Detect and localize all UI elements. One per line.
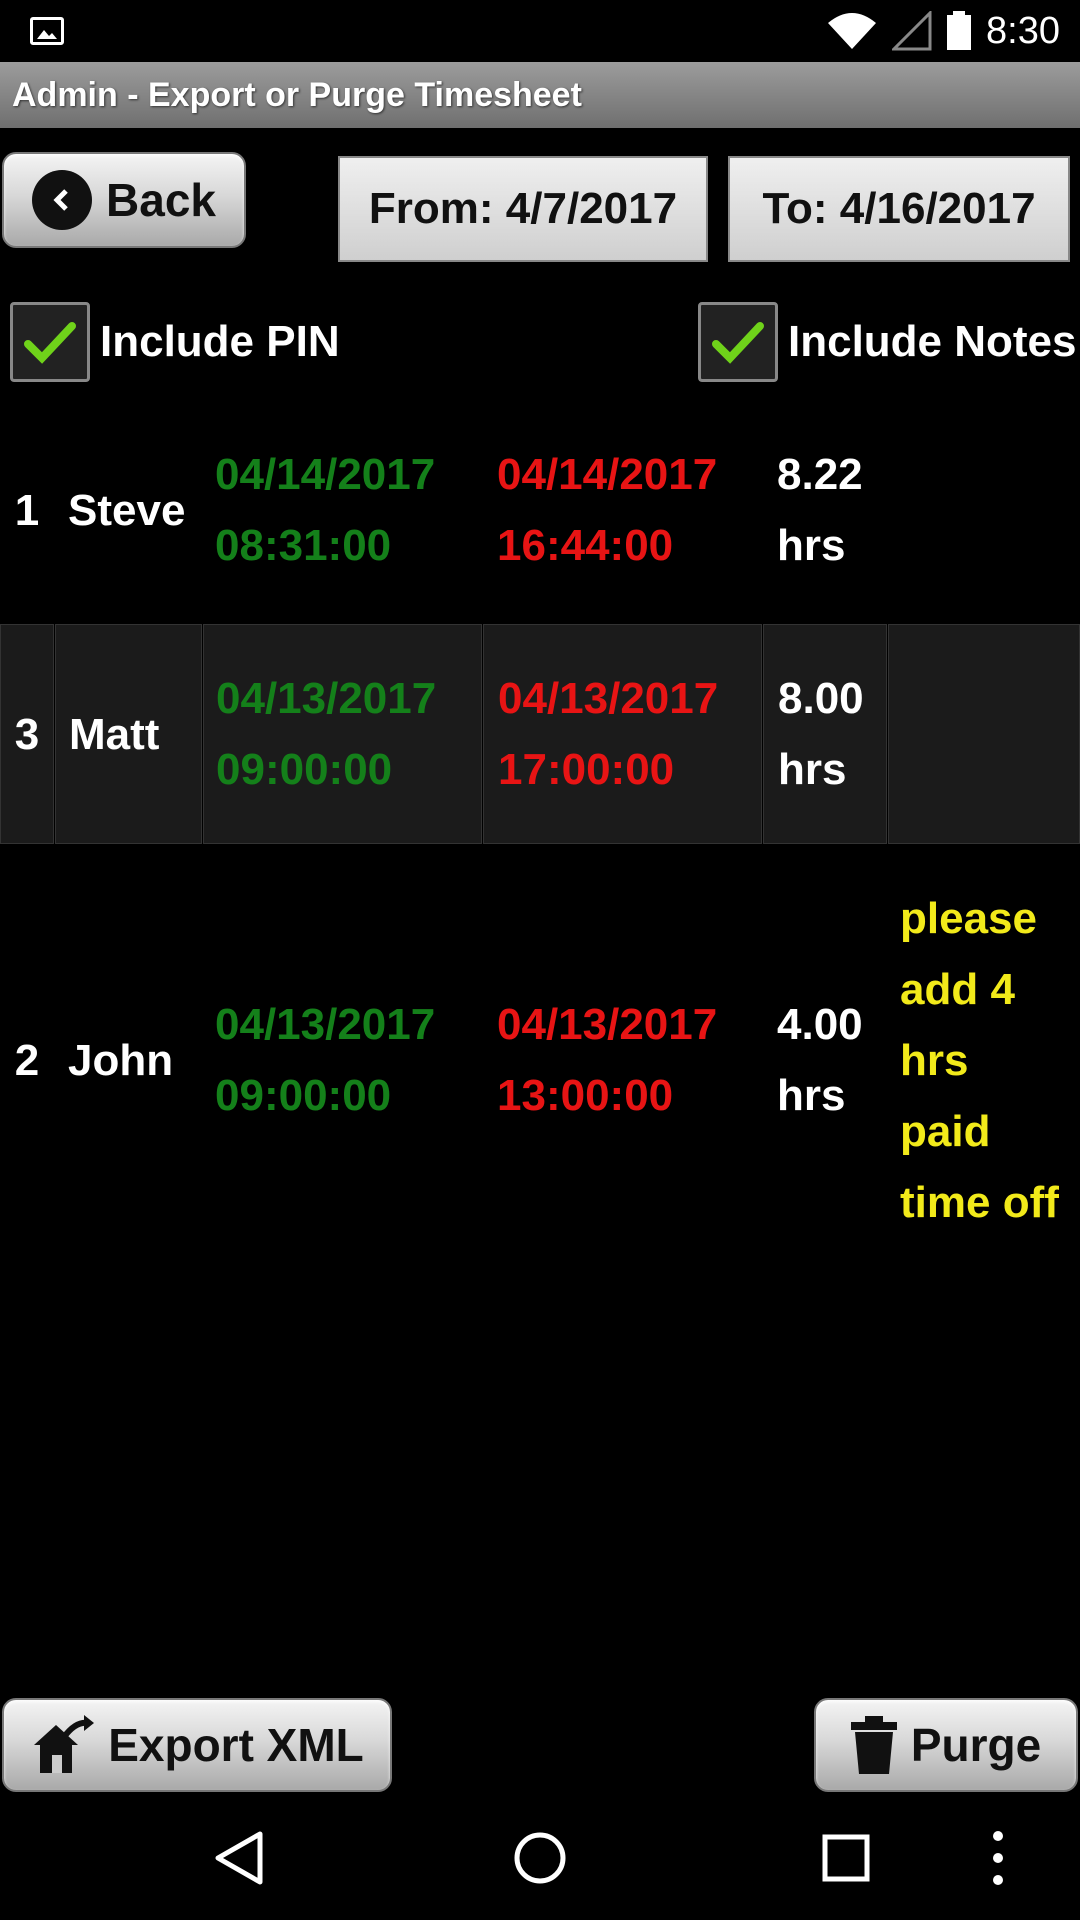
home-circle-icon[interactable]	[512, 1828, 568, 1888]
clock-out-cell: 04/13/2017 13:00:00	[483, 880, 762, 1240]
clock-out-cell: 04/13/2017 17:00:00	[483, 624, 762, 844]
more-options-icon[interactable]	[988, 1828, 1008, 1888]
export-xml-button[interactable]: Export XML	[2, 1698, 392, 1792]
hours-cell: 8.22 hrs	[763, 436, 887, 584]
checkmark-icon	[24, 322, 76, 364]
to-date-button[interactable]: To: 4/16/2017	[728, 156, 1070, 262]
include-notes-option[interactable]: Include Notes	[698, 302, 1077, 382]
clock-out-cell: 04/14/2017 16:44:00	[483, 436, 762, 584]
clock-in-date: 04/14/2017	[215, 450, 436, 499]
from-date-label: From: 4/7/2017	[368, 184, 678, 233]
include-pin-option[interactable]: Include PIN	[10, 302, 340, 382]
clock-in-cell: 04/14/2017 08:31:00	[203, 436, 482, 584]
note-cell: please add 4 hrs paid time off	[888, 880, 1080, 1240]
back-button[interactable]: Back	[2, 152, 246, 248]
image-icon	[30, 17, 64, 45]
clock-in-date: 04/13/2017	[216, 674, 437, 723]
signal-icon	[892, 11, 932, 51]
hours-unit: hrs	[778, 745, 847, 794]
wifi-icon	[828, 13, 877, 49]
recents-square-icon[interactable]	[818, 1828, 874, 1888]
clock-in-date: 04/13/2017	[215, 1000, 436, 1049]
battery-icon	[947, 11, 972, 50]
entry-number: 3	[0, 624, 54, 844]
navigation-bar	[0, 1800, 1080, 1920]
entry-number: 2	[14, 1035, 40, 1085]
note-line: hrs	[900, 1035, 969, 1085]
employee-name: Steve	[68, 485, 186, 535]
purge-label: Purge	[910, 1719, 1042, 1771]
note-cell	[888, 624, 1080, 844]
export-xml-label: Export XML	[108, 1719, 364, 1771]
entry-number: 1	[14, 485, 40, 535]
clock-in-cell: 04/13/2017 09:00:00	[203, 624, 482, 844]
note-cell	[888, 436, 1080, 584]
hours-value: 8.00	[778, 674, 864, 723]
clock-out-date: 04/13/2017	[498, 674, 719, 723]
clock-in-time: 08:31:00	[215, 521, 392, 570]
trash-icon	[850, 1716, 897, 1774]
include-pin-checkbox[interactable]	[10, 302, 90, 382]
hours-unit: hrs	[777, 521, 846, 570]
include-pin-label: Include PIN	[100, 317, 340, 366]
back-button-label: Back	[106, 174, 216, 226]
hours-cell: 4.00 hrs	[763, 880, 887, 1240]
to-date-label: To: 4/16/2017	[762, 184, 1036, 233]
hours-value: 8.22	[777, 450, 863, 499]
clock-out-time: 17:00:00	[498, 745, 675, 794]
status-icons: 8:30	[826, 8, 1060, 54]
from-date-button[interactable]: From: 4/7/2017	[338, 156, 708, 262]
chevron-left-icon	[32, 170, 93, 230]
employee-name: Matt	[55, 624, 202, 844]
clock-in-cell: 04/13/2017 09:00:00	[203, 880, 482, 1240]
note-line: please	[900, 893, 1037, 943]
back-triangle-icon[interactable]	[210, 1828, 266, 1888]
status-bar: 8:30	[0, 0, 1080, 62]
clock-in-time: 09:00:00	[215, 1071, 392, 1120]
export-house-icon	[30, 1715, 95, 1775]
hours-value: 4.00	[777, 1000, 863, 1049]
include-notes-label: Include Notes	[788, 317, 1077, 366]
include-notes-checkbox[interactable]	[698, 302, 778, 382]
note-line: time off	[900, 1177, 1059, 1227]
note-line: paid	[900, 1106, 991, 1156]
purge-button[interactable]: Purge	[814, 1698, 1078, 1792]
clock-out-date: 04/13/2017	[497, 1000, 718, 1049]
clock-in-time: 09:00:00	[216, 745, 393, 794]
table-row[interactable]: 1 Steve 04/14/2017 08:31:00 04/14/2017 1…	[0, 436, 1080, 584]
page-title: Admin - Export or Purge Timesheet	[0, 62, 1080, 128]
clock-time: 8:30	[986, 9, 1060, 52]
employee-name: John	[68, 1035, 174, 1085]
table-row[interactable]: 2 John 04/13/2017 09:00:00 04/13/2017 13…	[0, 880, 1080, 1240]
note-line: add 4	[900, 964, 1015, 1014]
clock-out-time: 16:44:00	[497, 521, 674, 570]
hours-unit: hrs	[777, 1071, 846, 1120]
clock-out-date: 04/14/2017	[497, 450, 718, 499]
clock-out-time: 13:00:00	[497, 1071, 674, 1120]
hours-cell: 8.00 hrs	[763, 624, 887, 844]
table-row[interactable]: 3 Matt 04/13/2017 09:00:00 04/13/2017 17…	[0, 624, 1080, 844]
checkmark-icon	[712, 322, 764, 364]
